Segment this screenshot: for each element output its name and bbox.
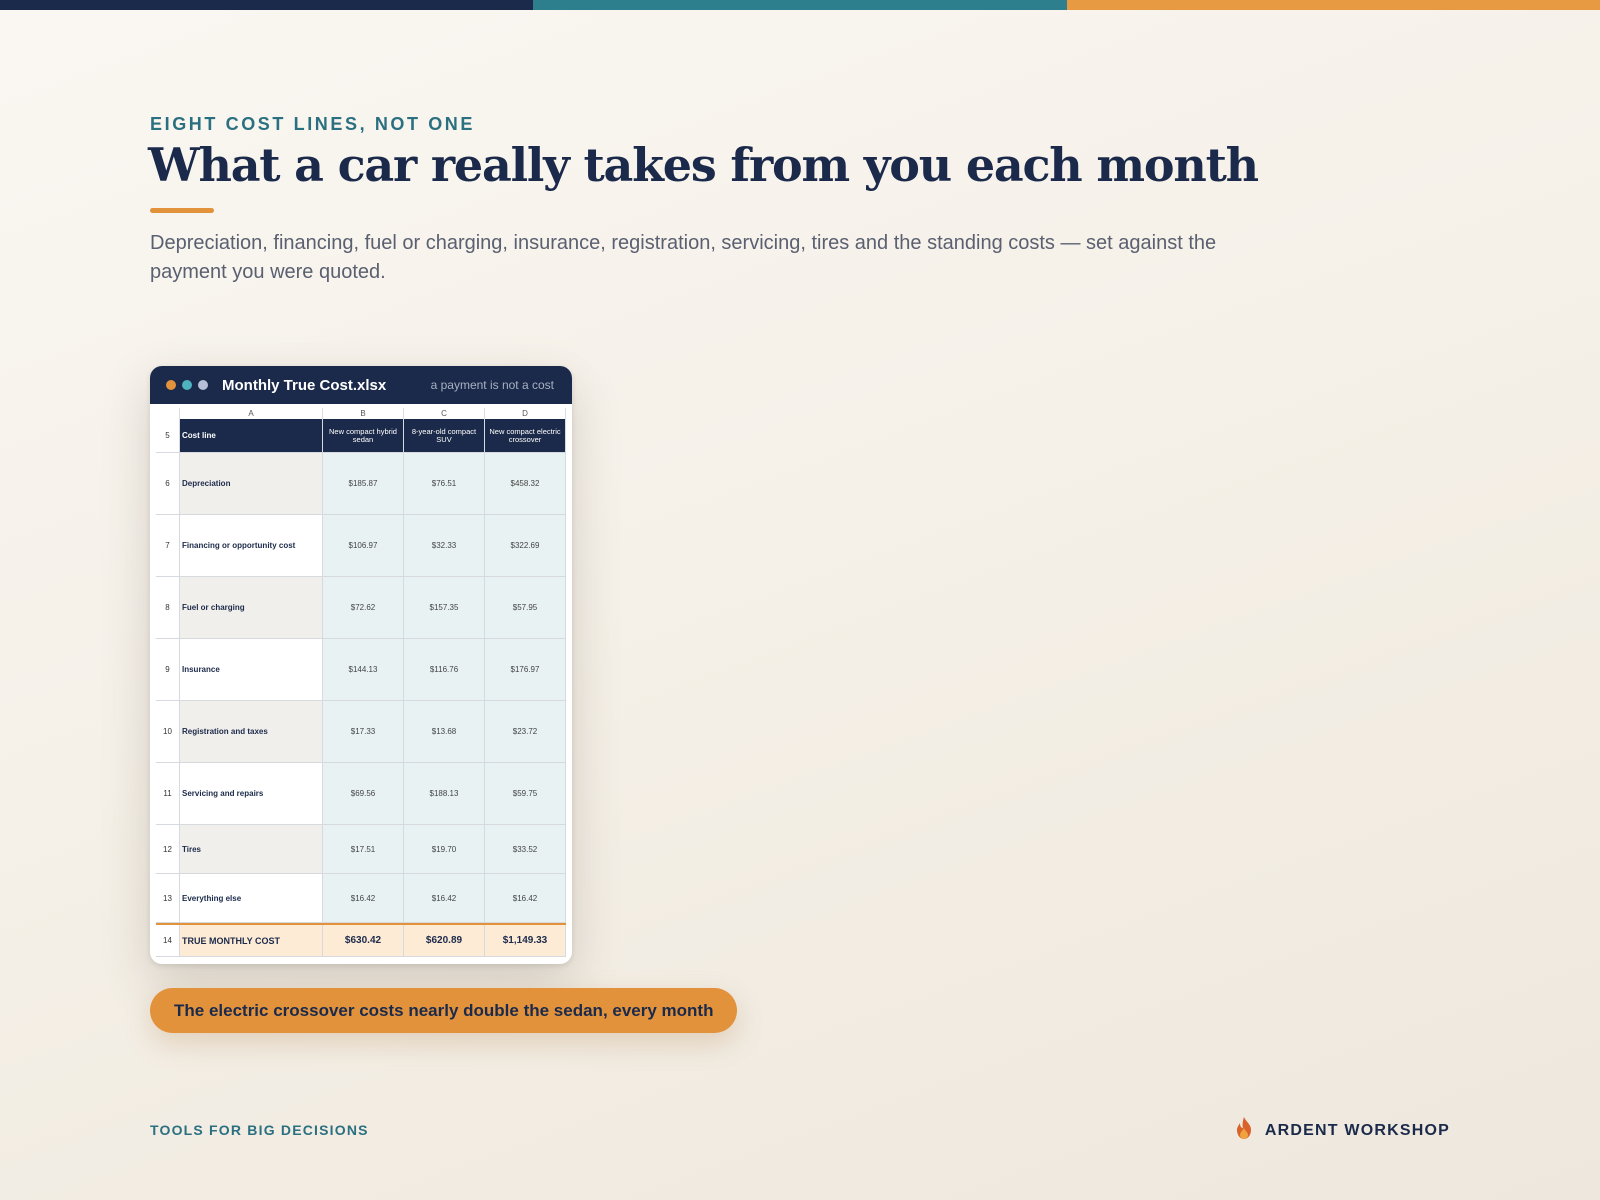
value-cell[interactable]: $59.75 — [485, 763, 566, 824]
table-row: 8 Fuel or charging $72.62 $157.35 $57.95 — [156, 577, 566, 639]
row-number[interactable]: 5 — [156, 419, 180, 452]
row-label[interactable]: Registration and taxes — [180, 701, 323, 762]
row-label[interactable]: Insurance — [180, 639, 323, 700]
value-cell[interactable]: $23.72 — [485, 701, 566, 762]
eyebrow: EIGHT COST LINES, NOT ONE — [150, 114, 476, 134]
value-cell[interactable]: $188.13 — [404, 763, 485, 824]
row-number[interactable]: 7 — [156, 515, 180, 576]
value-cell[interactable]: $17.51 — [323, 825, 404, 873]
column-letter[interactable]: D — [485, 408, 566, 419]
value-cell[interactable]: $16.42 — [485, 874, 566, 922]
value-cell[interactable]: $16.42 — [323, 874, 404, 922]
column-letter-row: A B C D — [156, 408, 566, 419]
table-row: 13 Everything else $16.42 $16.42 $16.42 — [156, 874, 566, 923]
total-row: 14 TRUE MONTHLY COST $630.42 $620.89 $1,… — [156, 923, 566, 957]
header-cell-label[interactable]: Cost line — [180, 419, 323, 452]
value-cell[interactable]: $76.51 — [404, 453, 485, 514]
brand-name: ARDENT WORKSHOP — [1264, 1121, 1450, 1139]
footer-brand: ARDENT WORKSHOP — [1233, 1116, 1450, 1145]
value-cell[interactable]: $33.52 — [485, 825, 566, 873]
row-number[interactable]: 8 — [156, 577, 180, 638]
window-subtitle: a payment is not a cost — [430, 378, 554, 392]
header-cell-sedan[interactable]: New compact hybrid sedan — [323, 419, 404, 452]
value-cell[interactable]: $185.87 — [323, 453, 404, 514]
row-number[interactable]: 14 — [156, 925, 180, 956]
accent-segment-navy — [0, 0, 534, 10]
value-cell[interactable]: $116.76 — [404, 639, 485, 700]
value-cell[interactable]: $322.69 — [485, 515, 566, 576]
spreadsheet-grid: A B C D 5 Cost line New compact hybrid s… — [156, 408, 566, 957]
corner-cell — [156, 408, 180, 419]
table-row: 6 Depreciation $185.87 $76.51 $458.32 — [156, 453, 566, 515]
flame-logo-icon — [1233, 1116, 1255, 1145]
row-label[interactable]: Fuel or charging — [180, 577, 323, 638]
column-letter[interactable]: A — [180, 408, 323, 419]
row-number[interactable]: 13 — [156, 874, 180, 922]
title-underline — [150, 208, 214, 213]
accent-segment-teal — [533, 0, 1067, 10]
row-number[interactable]: 9 — [156, 639, 180, 700]
top-accent-bar — [0, 0, 1600, 10]
row-label[interactable]: Everything else — [180, 874, 323, 922]
window-dot-lavender-icon[interactable] — [198, 380, 208, 390]
row-number[interactable]: 12 — [156, 825, 180, 873]
page-title: What a car really takes from you each mo… — [148, 138, 1259, 192]
table-row: 10 Registration and taxes $17.33 $13.68 … — [156, 701, 566, 763]
row-label[interactable]: Depreciation — [180, 453, 323, 514]
value-cell[interactable]: $176.97 — [485, 639, 566, 700]
total-cell[interactable]: $620.89 — [404, 925, 485, 956]
accent-segment-orange — [1066, 0, 1600, 10]
header-cell-electric[interactable]: New compact electric crossover — [485, 419, 566, 452]
value-cell[interactable]: $458.32 — [485, 453, 566, 514]
value-cell[interactable]: $16.42 — [404, 874, 485, 922]
table-row: 9 Insurance $144.13 $116.76 $176.97 — [156, 639, 566, 701]
value-cell[interactable]: $144.13 — [323, 639, 404, 700]
value-cell[interactable]: $19.70 — [404, 825, 485, 873]
column-letter[interactable]: B — [323, 408, 404, 419]
total-label[interactable]: TRUE MONTHLY COST — [180, 925, 323, 956]
callout-pill: The electric crossover costs nearly doub… — [150, 988, 738, 1033]
header-row: 5 Cost line New compact hybrid sedan 8-y… — [156, 419, 566, 453]
value-cell[interactable]: $32.33 — [404, 515, 485, 576]
footer-tagline: TOOLS FOR BIG DECISIONS — [150, 1122, 369, 1138]
value-cell[interactable]: $57.95 — [485, 577, 566, 638]
value-cell[interactable]: $106.97 — [323, 515, 404, 576]
row-number[interactable]: 11 — [156, 763, 180, 824]
row-number[interactable]: 10 — [156, 701, 180, 762]
value-cell[interactable]: $17.33 — [323, 701, 404, 762]
table-row: 7 Financing or opportunity cost $106.97 … — [156, 515, 566, 577]
value-cell[interactable]: $72.62 — [323, 577, 404, 638]
window-titlebar: Monthly True Cost.xlsx a payment is not … — [150, 366, 572, 404]
row-label[interactable]: Tires — [180, 825, 323, 873]
header-cell-suv[interactable]: 8-year-old compact SUV — [404, 419, 485, 452]
table-row: 11 Servicing and repairs $69.56 $188.13 … — [156, 763, 566, 825]
row-number[interactable]: 6 — [156, 453, 180, 514]
value-cell[interactable]: $69.56 — [323, 763, 404, 824]
row-label[interactable]: Servicing and repairs — [180, 763, 323, 824]
window-title: Monthly True Cost.xlsx — [222, 376, 387, 394]
total-cell[interactable]: $1,149.33 — [485, 925, 566, 956]
column-letter[interactable]: C — [404, 408, 485, 419]
table-row: 12 Tires $17.51 $19.70 $33.52 — [156, 825, 566, 874]
spreadsheet-window: Monthly True Cost.xlsx a payment is not … — [150, 366, 572, 964]
value-cell[interactable]: $13.68 — [404, 701, 485, 762]
row-label[interactable]: Financing or opportunity cost — [180, 515, 323, 576]
window-dot-orange-icon[interactable] — [166, 380, 176, 390]
lede-paragraph: Depreciation, financing, fuel or chargin… — [150, 232, 1217, 283]
window-dot-teal-icon[interactable] — [182, 380, 192, 390]
total-cell[interactable]: $630.42 — [323, 925, 404, 956]
value-cell[interactable]: $157.35 — [404, 577, 485, 638]
